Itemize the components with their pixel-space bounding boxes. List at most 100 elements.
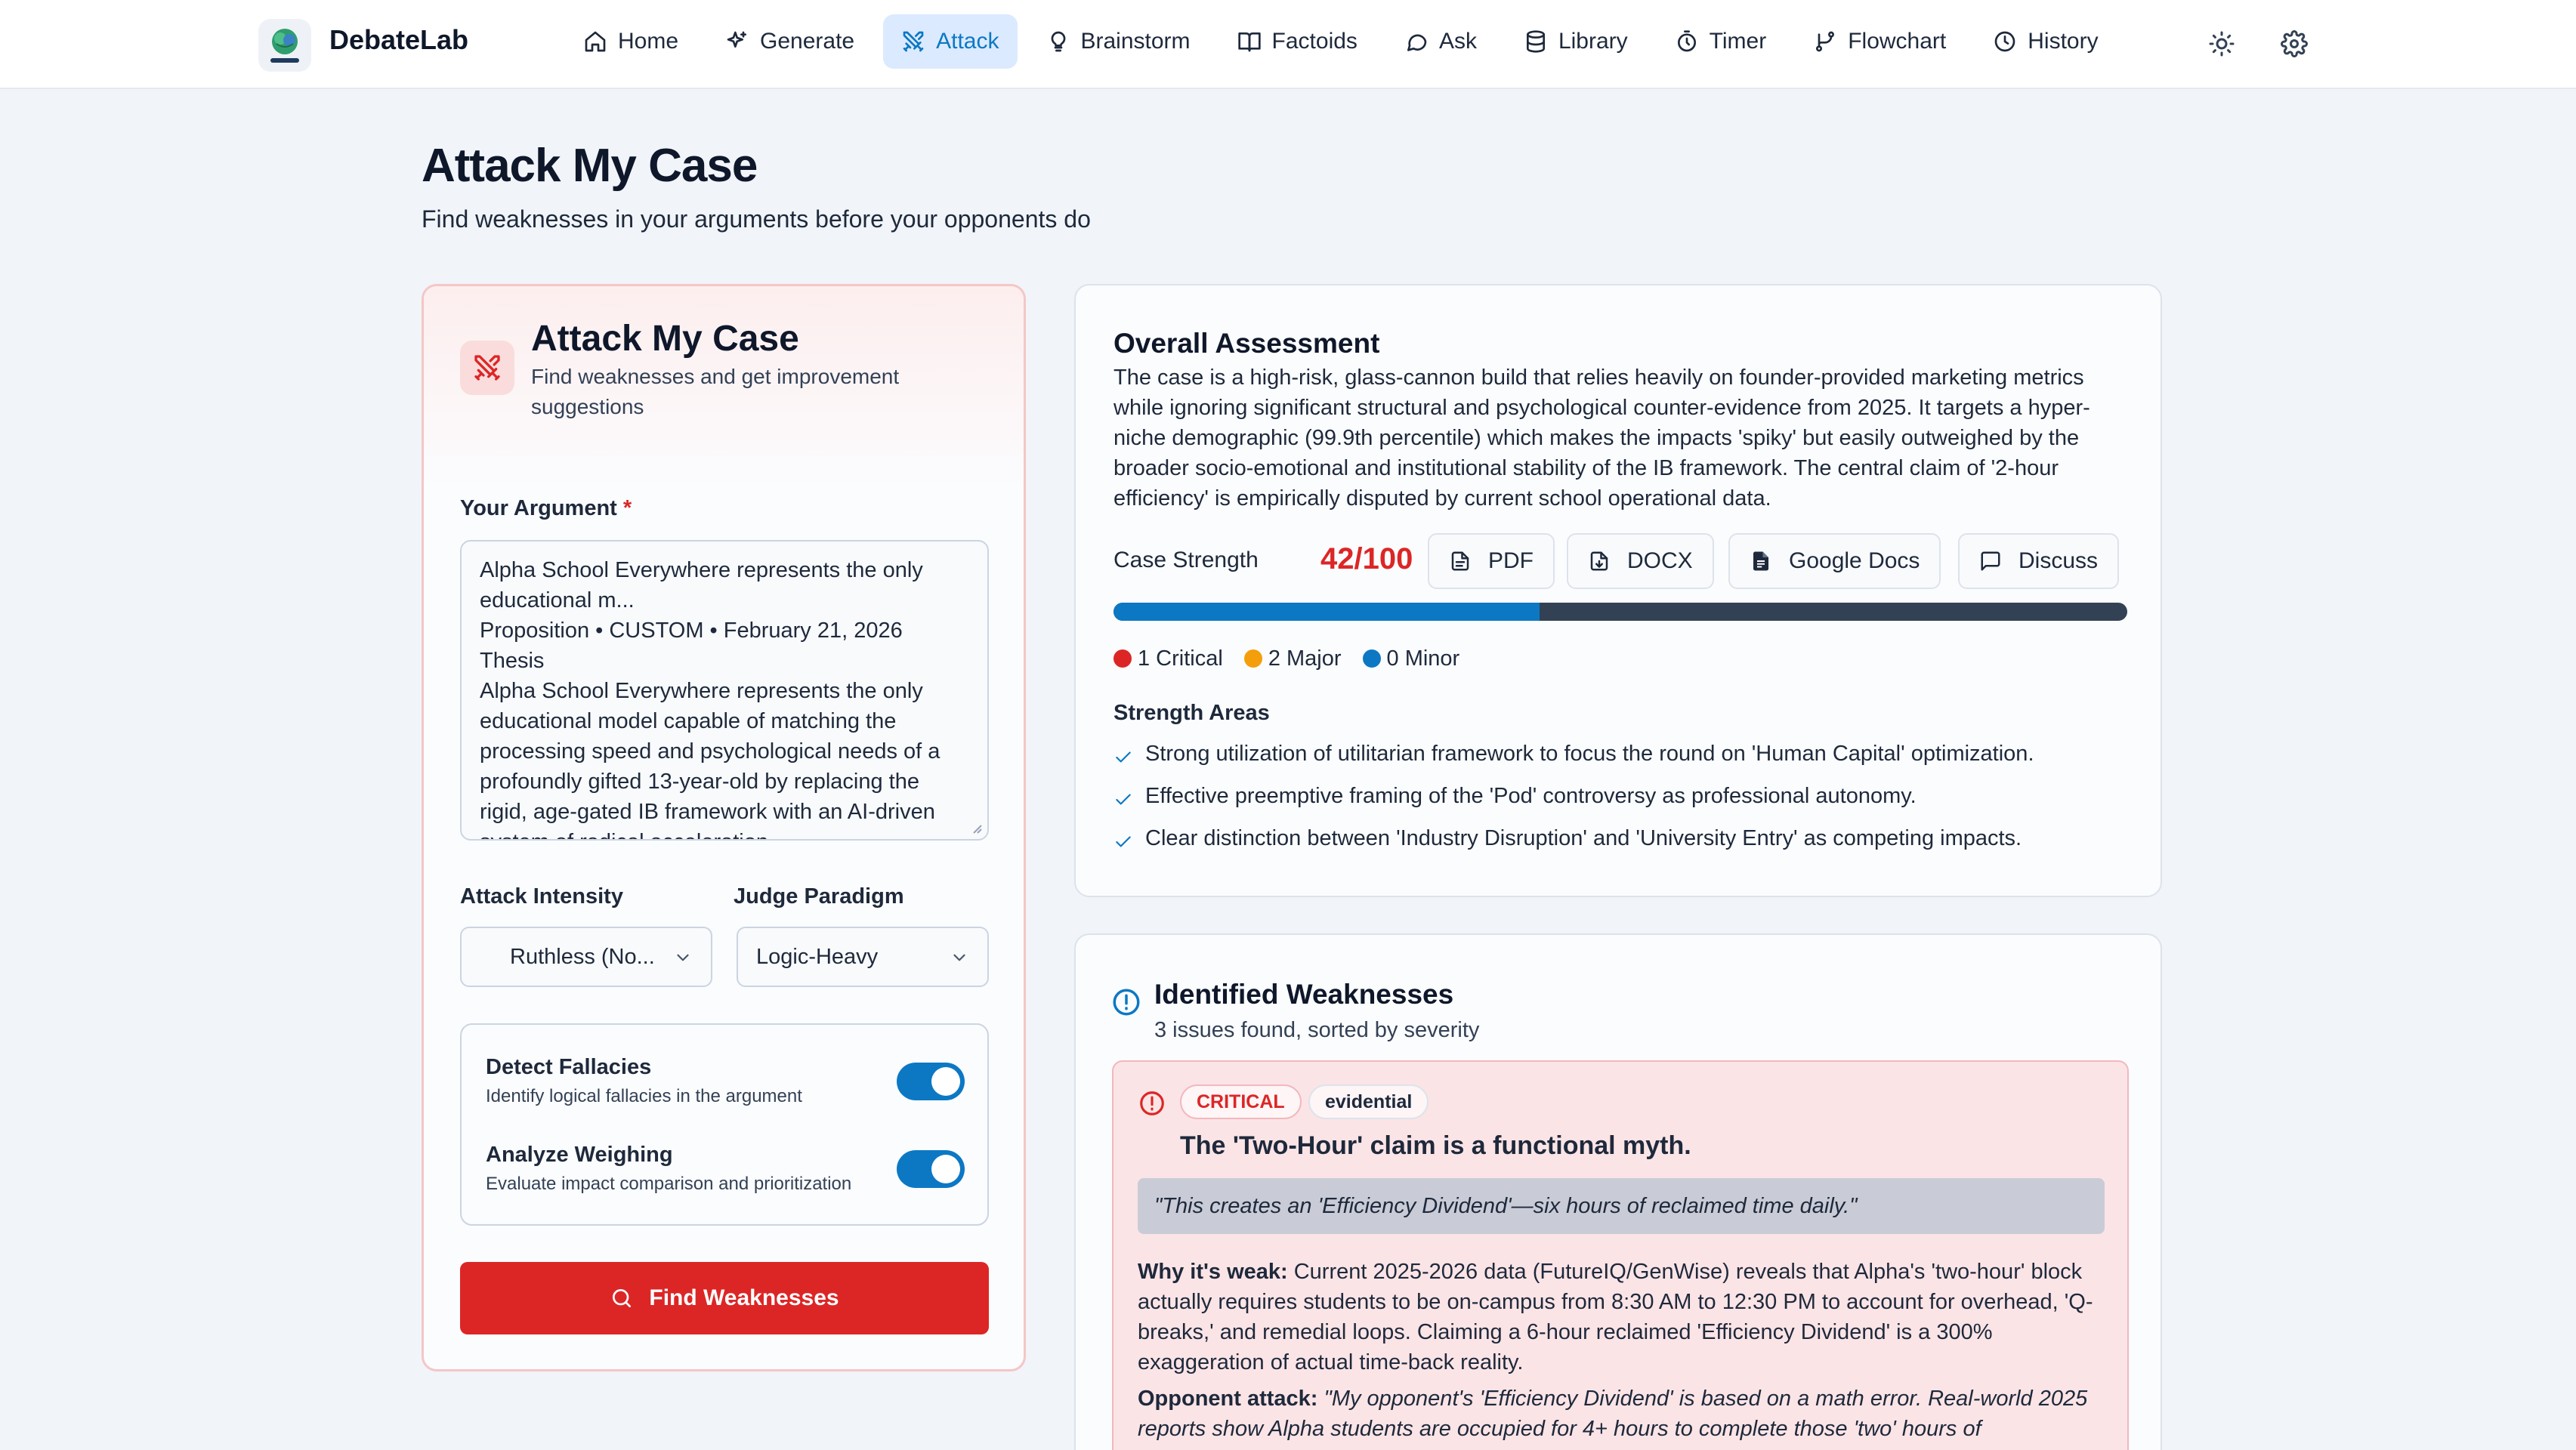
discuss-label: Discuss [2018,548,2099,573]
page-title: Attack My Case [422,140,758,192]
nav-home-label: Home [618,29,679,54]
intensity-value: Ruthless (No... [510,944,655,969]
weighing-description: Evaluate impact comparison and prioritiz… [486,1174,852,1194]
clock-icon [1994,31,2015,52]
nav-factoids-label: Factoids [1271,29,1357,54]
search-icon [613,1289,632,1307]
argument-text[interactable]: Alpha School Everywhere represents the o… [480,555,969,839]
alert-circle-icon [1113,989,1140,1016]
sparkles-icon [727,31,747,48]
weighing-toggle[interactable] [897,1150,965,1188]
nav-history-label: History [2028,29,2099,54]
argument-label-text: Your Argument [460,496,617,520]
case-strength-label: Case Strength [1113,548,1259,572]
file-text-icon [1451,551,1469,571]
nav-library-label: Library [1558,29,1628,54]
required-mark: * [622,496,632,520]
nav-factoids[interactable]: Factoids [1219,14,1376,69]
form-subtitle: Find weaknesses and get improvement sugg… [531,365,900,418]
strength-area-item: Clear distinction between 'Industry Disr… [1113,823,2022,853]
analysis-options: Detect Fallacies Identify logical fallac… [460,1023,989,1226]
nav-ask[interactable]: Ask [1386,14,1495,69]
weighing-title: Analyze Weighing [486,1143,673,1167]
why-weak-label: Why it's weak: [1138,1260,1288,1284]
top-navbar: DebateLab Home Generate Attack Brainstor… [0,0,2576,89]
strength-area-item: Strong utilization of utilitarian framew… [1113,739,2034,769]
fallacies-toggle[interactable] [897,1063,965,1100]
fallacies-description: Identify logical fallacies in the argume… [486,1086,802,1106]
nav-generate[interactable]: Generate [707,14,873,69]
assessment-title: Overall Assessment [1113,328,1380,359]
export-pdf-label: PDF [1488,548,1534,573]
weaknesses-subtitle: 3 issues found, sorted by severity [1154,1018,1480,1042]
weaknesses-title: Identified Weaknesses [1154,979,1454,1010]
nav-timer[interactable]: Timer [1657,14,1785,69]
type-badge: evidential [1308,1084,1429,1119]
nav-timer-label: Timer [1709,29,1767,54]
theme-toggle-button[interactable] [2203,25,2241,63]
case-strength-bar [1113,603,2127,621]
export-google-docs-button[interactable]: Google Docs [1728,533,1941,589]
weakness-item[interactable]: CRITICAL evidential The 'Two-Hour' claim… [1112,1060,2129,1450]
why-weak-paragraph: Why it's weak: Current 2025-2026 data (F… [1138,1257,2112,1378]
assessment-summary: The case is a high-risk, glass-cannon bu… [1113,366,2090,511]
check-icon [1116,794,1131,805]
minor-dot [1362,649,1381,668]
page-subtitle: Find weaknesses in your arguments before… [422,205,1091,233]
app-name[interactable]: DebateLab [329,23,468,57]
export-docx-button[interactable]: DOCX [1567,533,1714,589]
home-icon [585,31,606,52]
severity-counts: 1 Critical 2 Major 0 Minor [1113,643,1459,674]
nav-history[interactable]: History [1975,14,2116,69]
nav-home[interactable]: Home [565,14,697,69]
paradigm-select[interactable]: Logic-Heavy [737,927,989,987]
settings-button[interactable] [2275,25,2313,63]
case-strength-bar-fill [1113,603,1540,621]
chevron-down-icon [677,954,689,961]
minor-count-label: 0 Minor [1386,646,1460,671]
critical-count-label: 1 Critical [1138,646,1223,671]
timer-icon [1677,30,1696,52]
weakness-quote: "This creates an 'Efficiency Dividend'—s… [1138,1178,2105,1234]
minor-count: 0 Minor [1362,643,1460,674]
overall-assessment-card: Overall Assessment The case is a high-ri… [1074,284,2162,897]
strength-areas-title: Strength Areas [1113,701,1270,725]
form-title: Attack My Case [531,319,799,359]
strength-area-text: Clear distinction between 'Industry Disr… [1145,826,2022,850]
message-square-icon [1981,551,2000,571]
find-weaknesses-button[interactable]: Find Weaknesses [460,1262,989,1334]
strength-area-item: Effective preemptive framing of the 'Pod… [1113,781,1917,811]
argument-label: Your Argument * [460,495,632,522]
major-count: 2 Major [1243,643,1342,674]
nav-generate-label: Generate [760,29,855,54]
major-count-label: 2 Major [1268,646,1342,671]
alert-circle-icon [1140,1091,1164,1115]
argument-textarea[interactable]: Alpha School Everywhere represents the o… [460,540,989,841]
nav-library[interactable]: Library [1506,14,1646,69]
discuss-button[interactable]: Discuss [1958,533,2120,589]
lightbulb-icon [1051,31,1065,52]
export-pdf-button[interactable]: PDF [1428,533,1555,589]
find-weaknesses-label: Find Weaknesses [649,1285,839,1310]
intensity-select[interactable]: Ruthless (No... [460,927,712,987]
paradigm-label: Judge Paradigm [734,884,904,909]
resize-handle-icon[interactable] [971,822,983,835]
brain-logo-icon[interactable] [258,19,311,72]
nav-flowchart[interactable]: Flowchart [1795,14,1964,69]
nav-attack[interactable]: Attack [883,14,1018,69]
swords-icon [903,31,924,52]
paradigm-value: Logic-Heavy [756,944,879,969]
message-icon [1407,34,1427,51]
nav-flowchart-label: Flowchart [1848,29,1947,54]
nav-brainstorm[interactable]: Brainstorm [1028,14,1209,69]
major-dot [1243,649,1262,668]
case-strength-score: 42/100 [1320,542,1413,575]
chevron-down-icon [953,954,965,961]
identified-weaknesses-card: Identified Weaknesses 3 issues found, so… [1074,933,2162,1450]
weakness-title: The 'Two-Hour' claim is a functional myt… [1180,1131,1691,1160]
export-docx-label: DOCX [1627,548,1693,573]
branch-icon [1816,31,1835,52]
google-docs-icon [1753,551,1768,571]
gear-icon [2281,30,2308,57]
fallacies-title: Detect Fallacies [486,1055,652,1079]
